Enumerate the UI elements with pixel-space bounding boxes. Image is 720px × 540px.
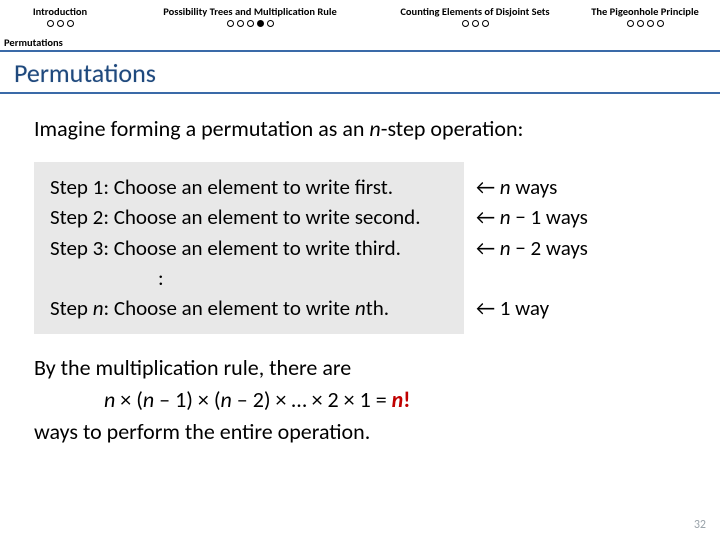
progress-dots (134, 20, 366, 27)
n-var: n (355, 295, 366, 321)
ways-line: ← n − 2 ways (476, 233, 588, 263)
n-var: n (369, 115, 380, 142)
page-number: 32 (694, 518, 706, 532)
ways-line: ← n ways (476, 172, 588, 202)
text: Imagine forming a permutation as an (34, 115, 369, 142)
text: -step operation: (381, 115, 524, 142)
progress-dots (584, 20, 706, 27)
factorial-mark: ! (403, 386, 410, 413)
arrow-left-icon: ← (476, 235, 500, 261)
ways-line: ← n − 1 ways (476, 202, 588, 232)
text: Step (50, 295, 93, 321)
text: By the multiplication rule, there are (34, 352, 686, 384)
text: × ( (115, 386, 143, 413)
n-factorial: n (392, 386, 404, 413)
text: − 1 ways (511, 204, 588, 230)
nav-item-counting[interactable]: Counting Elements of Disjoint Sets (380, 0, 570, 32)
n-var: n (500, 235, 511, 261)
n-var: n (143, 386, 154, 413)
arrow-left-icon: ← (476, 204, 500, 230)
title-bar: Permutations (0, 50, 720, 94)
n-var: n (221, 386, 232, 413)
text: ways (511, 174, 558, 200)
ways-column: ← n ways ← n − 1 ways ← n − 2 ways ← 1 w… (470, 162, 588, 334)
page-title: Permutations (14, 57, 156, 89)
n-var: n (500, 204, 511, 230)
nav-item-possibility[interactable]: Possibility Trees and Multiplication Rul… (120, 0, 380, 32)
text: ways to perform the entire operation. (34, 416, 686, 448)
n-var: n (93, 295, 104, 321)
content: Imagine forming a permutation as an n-st… (0, 94, 720, 448)
text: − 2 ways (511, 235, 588, 261)
step-line: Step 1: Choose an element to write first… (50, 172, 450, 202)
n-var: n (500, 174, 511, 200)
text: th. (366, 295, 389, 321)
nav-label: Possibility Trees and Multiplication Rul… (134, 5, 366, 18)
progress-dots (14, 20, 106, 27)
progress-dots (394, 20, 556, 27)
n-var: n (104, 386, 115, 413)
subnav-label: Permutations (4, 36, 63, 49)
text: – 1) × ( (154, 386, 220, 413)
text: – 2) × … × 2 × 1 = (232, 386, 392, 413)
step-line: Step 3: Choose an element to write third… (50, 233, 450, 263)
steps-box: Step 1: Choose an element to write first… (34, 162, 464, 334)
subnav: Permutations (0, 32, 720, 50)
ways-line (476, 263, 588, 293)
nav-label: The Pigeonhole Principle (584, 5, 706, 18)
nav-label: Counting Elements of Disjoint Sets (394, 5, 556, 18)
steps-block: Step 1: Choose an element to write first… (34, 162, 686, 334)
step-line: Step n: Choose an element to write nth. (50, 293, 450, 323)
ellipsis: : (50, 263, 450, 293)
nav-label: Introduction (14, 5, 106, 18)
ways-line: ← 1 way (476, 293, 588, 323)
nav-item-pigeonhole[interactable]: The Pigeonhole Principle (570, 0, 720, 32)
intro-text: Imagine forming a permutation as an n-st… (34, 114, 686, 144)
formula: n × (n – 1) × (n – 2) × … × 2 × 1 = n! (34, 384, 686, 416)
text: : Choose an element to write (104, 295, 355, 321)
arrow-left-icon: ← (476, 174, 500, 200)
top-nav: Introduction Possibility Trees and Multi… (0, 0, 720, 32)
conclusion: By the multiplication rule, there are n … (34, 352, 686, 448)
step-line: Step 2: Choose an element to write secon… (50, 202, 450, 232)
nav-item-introduction[interactable]: Introduction (0, 0, 120, 32)
